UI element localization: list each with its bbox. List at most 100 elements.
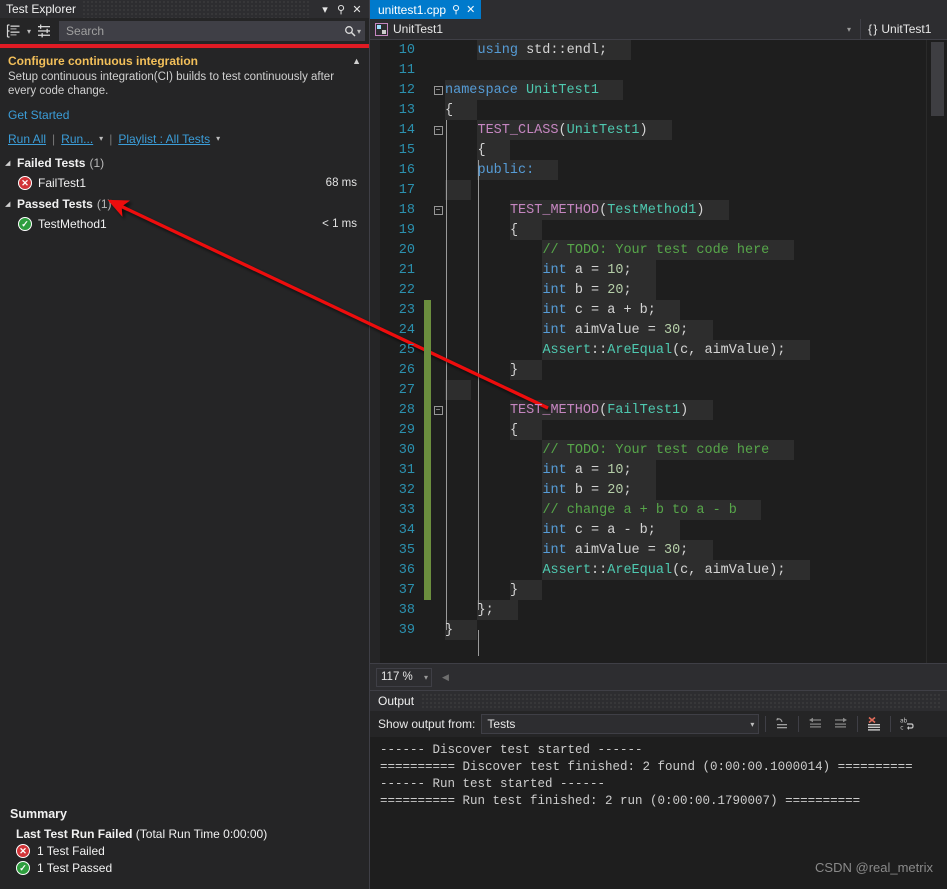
playlist-caret-icon[interactable]: ▾	[216, 134, 220, 143]
test-item[interactable]: ✓ TestMethod1 < 1 ms	[0, 214, 369, 235]
namespace-value: UnitTest1	[393, 22, 444, 36]
code-line[interactable]: 22 int b = 20;	[380, 280, 926, 300]
code-lines-container[interactable]: 10 using std::endl; 11 12− namespace UnitTes…	[380, 40, 926, 663]
chevron-down-icon[interactable]: ▾	[424, 673, 428, 682]
code-token: {	[509, 422, 519, 438]
find-message-in-code-icon[interactable]	[772, 714, 792, 734]
fold-margin[interactable]: −	[431, 125, 445, 135]
output-source-dropdown[interactable]: Tests ▾	[481, 714, 760, 734]
code-text: public:	[445, 163, 534, 178]
go-to-next-message-icon[interactable]	[831, 714, 851, 734]
test-group-header[interactable]: ◢ Failed Tests (1)	[0, 153, 369, 173]
code-token: }	[445, 622, 454, 638]
collapse-box-icon[interactable]: −	[433, 125, 443, 135]
tab-unittest1-cpp[interactable]: unittest1.cpp ⚲ ✕	[370, 0, 482, 19]
code-line[interactable]: 27	[380, 380, 926, 400]
close-icon[interactable]: ✕	[466, 3, 475, 16]
filter-icon[interactable]	[34, 21, 54, 41]
code-token: a =	[574, 262, 608, 278]
code-token: b =	[574, 482, 608, 498]
change-indicator	[424, 240, 431, 260]
code-line[interactable]: 36 Assert::AreEqual(c, aimValue);	[380, 560, 926, 580]
code-line[interactable]: 32 int b = 20;	[380, 480, 926, 500]
group-by-icon[interactable]	[4, 21, 24, 41]
fold-margin[interactable]: −	[431, 405, 445, 415]
code-line[interactable]: 28− TEST_METHOD(FailTest1)	[380, 400, 926, 420]
code-line[interactable]: 19 {	[380, 220, 926, 240]
member-dropdown[interactable]: { } UnitTest1	[861, 19, 947, 40]
code-line[interactable]: 17	[380, 180, 926, 200]
code-line[interactable]: 26}	[380, 360, 926, 380]
code-line[interactable]: 16 public:	[380, 160, 926, 180]
output-toolbar: Show output from: Tests ▾ ab c	[370, 711, 947, 737]
fold-margin[interactable]: −	[431, 205, 445, 215]
close-icon[interactable]: ✕	[349, 1, 365, 17]
code-line[interactable]: 33 // change a + b to a - b	[380, 500, 926, 520]
code-line[interactable]: 18− TEST_METHOD(TestMethod1)	[380, 200, 926, 220]
code-editor[interactable]: 10 using std::endl; 11 12− namespace UnitTes…	[370, 40, 947, 663]
change-indicator	[424, 380, 431, 400]
pin-icon[interactable]: ⚲	[333, 1, 349, 17]
code-line[interactable]: 12 − namespace UnitTest1	[380, 80, 926, 100]
chevron-down-icon[interactable]: ▾	[847, 25, 856, 34]
change-indicator	[424, 620, 431, 640]
code-line[interactable]: 34 int c = a - b;	[380, 520, 926, 540]
test-group-header[interactable]: ◢ Passed Tests (1)	[0, 194, 369, 214]
code-text: int c = a - b;	[445, 523, 655, 538]
code-token: 30	[663, 322, 681, 338]
test-tree: ◢ Failed Tests (1) ✕ FailTest1 68 ms ◢ Passed T…	[0, 150, 369, 235]
line-number: 35	[398, 542, 415, 558]
code-line[interactable]: 38};	[380, 600, 926, 620]
code-line[interactable]: 29 {	[380, 420, 926, 440]
scroll-left-icon[interactable]: ◀	[442, 672, 449, 683]
get-started-link[interactable]: Get Started	[8, 108, 69, 122]
code-line[interactable]: 10 using std::endl;	[380, 40, 926, 60]
code-line[interactable]: 37}	[380, 580, 926, 600]
namespace-dropdown[interactable]: UnitTest1 ▾	[370, 18, 861, 40]
code-line[interactable]: 20 // TODO: Your test code here	[380, 240, 926, 260]
code-line[interactable]: 15 {	[380, 140, 926, 160]
code-token: ::	[591, 342, 608, 358]
search-box[interactable]: ▾	[59, 21, 365, 41]
collapse-box-icon[interactable]: −	[433, 85, 443, 95]
chevron-down-icon[interactable]: ▾	[750, 720, 754, 729]
expander-icon[interactable]: ◢	[5, 159, 17, 167]
test-item[interactable]: ✕ FailTest1 68 ms	[0, 173, 369, 194]
clear-all-icon[interactable]	[864, 714, 884, 734]
expander-icon[interactable]: ◢	[5, 200, 17, 208]
code-line[interactable]: 11	[380, 60, 926, 80]
toggle-word-wrap-icon[interactable]: ab c	[897, 714, 917, 734]
run-caret-icon[interactable]: ▾	[99, 134, 103, 143]
code-token: int	[542, 482, 575, 498]
code-line[interactable]: 39}	[380, 620, 926, 640]
go-to-previous-message-icon[interactable]	[805, 714, 825, 734]
group-by-caret-icon[interactable]: ▾	[27, 27, 31, 36]
search-caret-icon[interactable]: ▾	[357, 27, 361, 36]
code-line[interactable]: 30 // TODO: Your test code here	[380, 440, 926, 460]
editor-vertical-scrollbar[interactable]	[926, 40, 947, 663]
search-input[interactable]	[66, 24, 343, 38]
code-line[interactable]: 35 int aimValue = 30;	[380, 540, 926, 560]
run-link[interactable]: Run...	[61, 132, 93, 146]
test-group-name: Failed Tests	[17, 155, 86, 170]
collapse-box-icon[interactable]: −	[433, 205, 443, 215]
code-line[interactable]: 21 int a = 10;	[380, 260, 926, 280]
code-line[interactable]: 31 int a = 10;	[380, 460, 926, 480]
playlist-link[interactable]: Playlist : All Tests	[118, 132, 210, 146]
search-icon[interactable]	[343, 21, 357, 41]
chevron-down-icon[interactable]: ▾	[317, 1, 333, 17]
pin-icon[interactable]: ⚲	[452, 3, 460, 16]
scrollbar-thumb[interactable]	[931, 42, 944, 116]
code-line[interactable]: 14− TEST_CLASS(UnitTest1)	[380, 120, 926, 140]
code-line[interactable]: 25 Assert::AreEqual(c, aimValue);	[380, 340, 926, 360]
fold-margin[interactable]: −	[431, 85, 445, 95]
collapse-chevron-icon[interactable]: ▲	[352, 56, 361, 66]
run-all-link[interactable]: Run All	[8, 132, 46, 146]
zoom-level-dropdown[interactable]: 117 % ▾	[376, 667, 432, 687]
test-status-fail-icon: ✕	[18, 176, 32, 191]
code-line[interactable]: 13 {	[380, 100, 926, 120]
titlebar-drag-dots	[82, 0, 311, 18]
code-line[interactable]: 23 int c = a + b;	[380, 300, 926, 320]
code-line[interactable]: 24 int aimValue = 30;	[380, 320, 926, 340]
collapse-box-icon[interactable]: −	[433, 405, 443, 415]
